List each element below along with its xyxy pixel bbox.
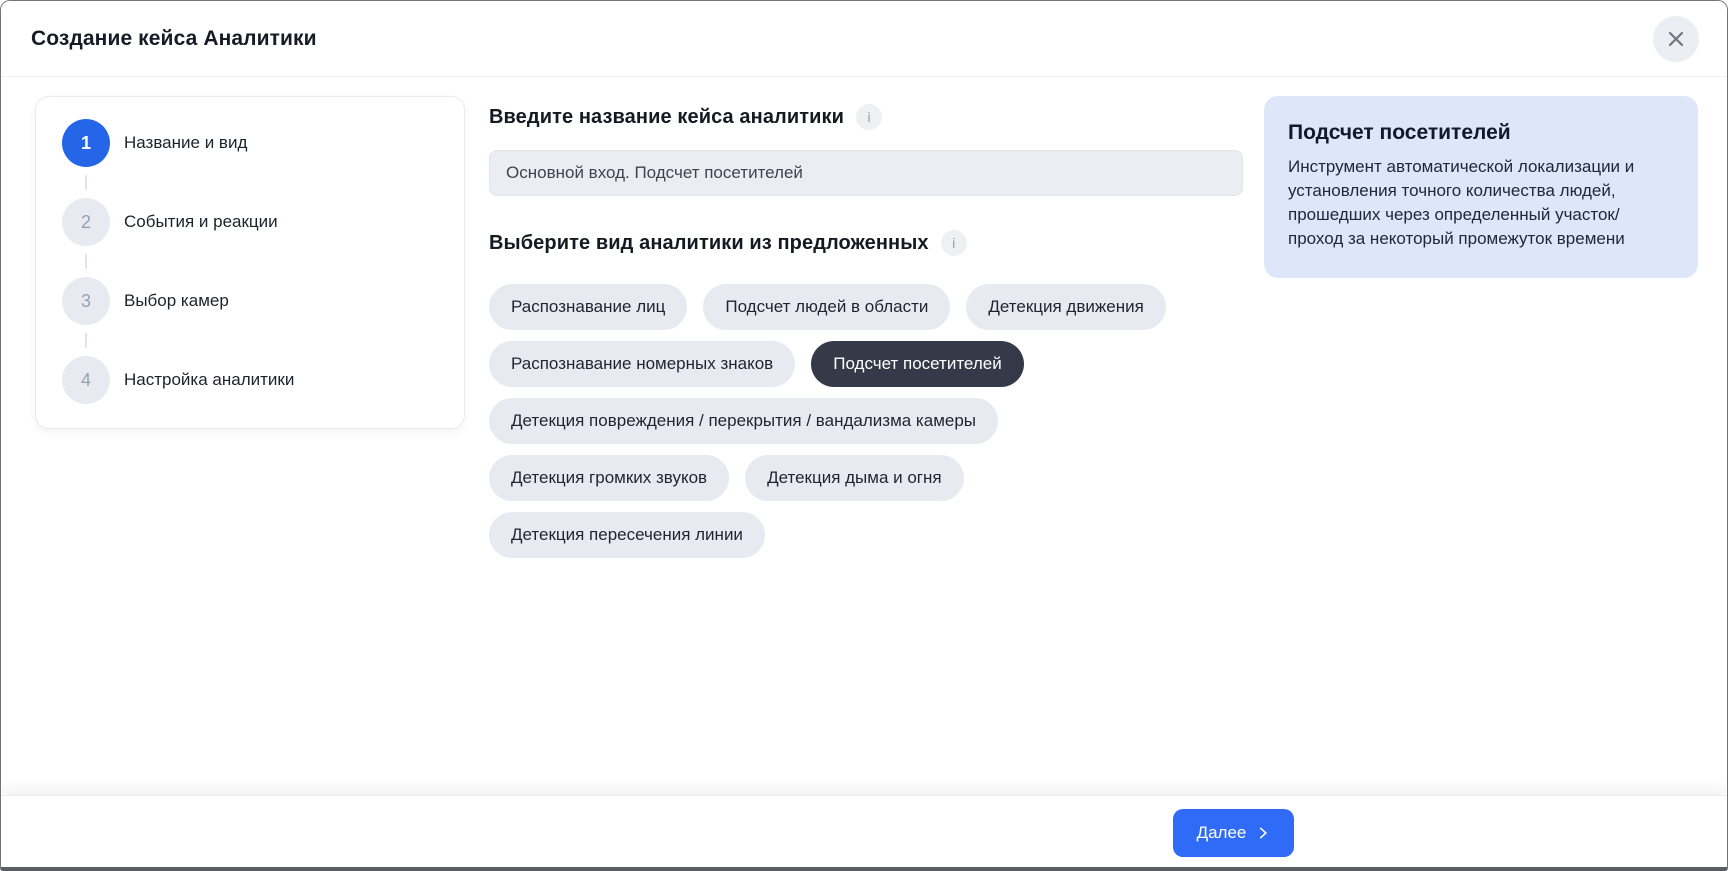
info-icon[interactable]: i [941,230,967,256]
stepper-item-1[interactable]: 1 Название и вид [62,119,440,167]
info-panel-description: Инструмент автоматической локализации и … [1288,155,1670,251]
chip-row: Распознавание номерных знаков Подсчет пос… [489,341,1243,387]
step-label: Название и вид [124,133,247,153]
step-number-badge: 2 [62,198,110,246]
type-section-heading: Выберите вид аналитики из предложенных i [489,230,1243,256]
modal-header: Создание кейса Аналитики [1,1,1727,77]
create-analytics-case-modal: Создание кейса Аналитики 1 Название и вид… [0,0,1728,871]
info-icon[interactable]: i [856,104,882,130]
next-button-label: Далее [1197,823,1247,843]
step-label: Выбор камер [124,291,229,311]
chip-row: Детекция пересечения линии [489,512,1243,558]
analytics-type-chip[interactable]: Детекция повреждения / перекрытия / ванд… [489,398,998,444]
close-icon [1667,30,1685,48]
stepper-item-4[interactable]: 4 Настройка аналитики [62,356,440,404]
analytics-type-chip[interactable]: Подсчет посетителей [811,341,1023,387]
next-button[interactable]: Далее [1173,809,1294,857]
main-form: Введите название кейса аналитики i Выбер… [489,104,1243,569]
analytics-type-chip[interactable]: Детекция дыма и огня [745,455,964,501]
chip-row: Детекция повреждения / перекрытия / ванд… [489,398,1243,444]
name-heading-text: Введите название кейса аналитики [489,106,844,129]
step-connector [85,333,87,348]
name-section-heading: Введите название кейса аналитики i [489,104,1243,130]
chip-row: Детекция громких звуков Детекция дыма и о… [489,455,1243,501]
step-number-badge: 1 [62,119,110,167]
stepper-list: 1 Название и вид 2 События и реакции 3 Выбор … [62,119,440,404]
step-number-badge: 4 [62,356,110,404]
type-heading-text: Выберите вид аналитики из предложенных [489,232,929,255]
modal-title: Создание кейса Аналитики [31,27,317,51]
step-label: События и реакции [124,212,278,232]
step-connector [85,254,87,269]
step-label: Настройка аналитики [124,370,294,390]
stepper-card: 1 Название и вид 2 События и реакции 3 Выбор … [35,96,465,429]
analytics-type-chip[interactable]: Распознавание номерных знаков [489,341,795,387]
analytics-type-chip[interactable]: Подсчет людей в области [703,284,950,330]
close-button[interactable] [1653,16,1699,62]
case-name-input[interactable] [489,150,1243,196]
step-connector [85,175,87,190]
stepper-item-2[interactable]: 2 События и реакции [62,198,440,246]
analytics-chips: Распознавание лиц Подсчет людей в области… [489,284,1243,569]
analytics-type-chip[interactable]: Детекция громких звуков [489,455,729,501]
analytics-info-panel: Подсчет посетителей Инструмент автоматич… [1264,96,1698,278]
analytics-type-chip[interactable]: Распознавание лиц [489,284,687,330]
analytics-type-chip[interactable]: Детекция движения [966,284,1165,330]
info-panel-title: Подсчет посетителей [1288,121,1670,145]
analytics-type-chip[interactable]: Детекция пересечения линии [489,512,765,558]
stepper-item-3[interactable]: 3 Выбор камер [62,277,440,325]
chevron-right-icon [1256,826,1270,840]
chip-row: Распознавание лиц Подсчет людей в области… [489,284,1243,330]
modal-footer: Далее [1,795,1727,867]
step-number-badge: 3 [62,277,110,325]
